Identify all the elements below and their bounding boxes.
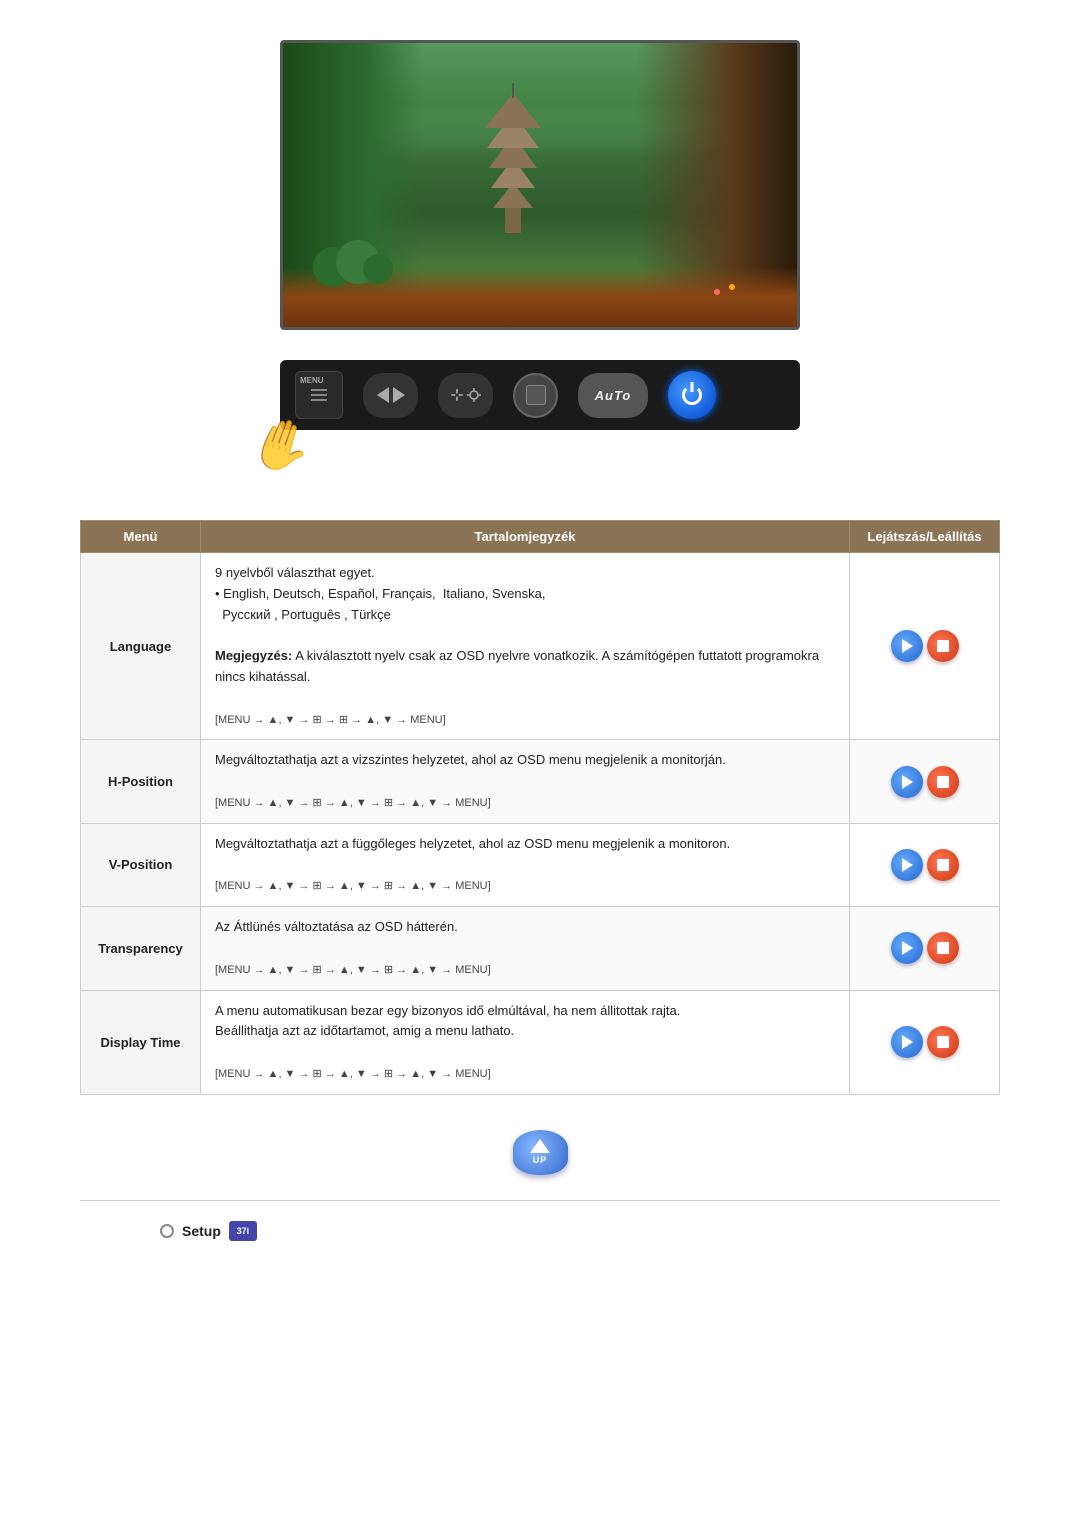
input-button[interactable] [513, 373, 558, 418]
col-content-header: Tartalomjegyzék [201, 521, 850, 553]
auto-label: AuTo [595, 388, 632, 403]
play-stop-vposition [850, 823, 1000, 906]
setup-icon-label: 37i [237, 1226, 250, 1236]
section-divider [80, 1200, 1000, 1201]
play-stop-displaytime [850, 990, 1000, 1094]
col-menu-header: Menü [81, 521, 201, 553]
monitor-display [280, 40, 800, 330]
brightness-icon: ⊹ [450, 385, 463, 405]
table-row: Transparency Az Áttlünés változtatása az… [81, 907, 1000, 990]
setup-text: Setup [182, 1223, 221, 1239]
power-button[interactable] [668, 371, 716, 419]
content-displaytime: A menu automatikusan bezar egy bizonyos … [201, 990, 850, 1094]
up-button[interactable]: UP [513, 1130, 568, 1175]
table-row: H-Position Megváltoztathatja azt a vizsz… [81, 740, 1000, 823]
stop-button[interactable] [927, 932, 959, 964]
arrow-left-icon [377, 387, 389, 403]
col-play-header: Lejátszás/Leállítás [850, 521, 1000, 553]
auto-button[interactable]: AuTo [578, 373, 648, 418]
arrow-buttons[interactable] [363, 373, 418, 418]
content-hposition: Megváltoztathatja azt a vizszintes helyz… [201, 740, 850, 823]
play-button[interactable] [891, 932, 923, 964]
brightness-down-icon [467, 388, 481, 402]
play-stop-hposition [850, 740, 1000, 823]
play-button[interactable] [891, 630, 923, 662]
content-language: 9 nyelvből választhat egyet. • English, … [201, 553, 850, 740]
content-table: Menü Tartalomjegyzék Lejátszás/Leállítás… [80, 520, 1000, 1095]
stop-button[interactable] [927, 1026, 959, 1058]
table-row: V-Position Megváltoztathatja azt a függő… [81, 823, 1000, 906]
play-button[interactable] [891, 849, 923, 881]
up-label: UP [533, 1155, 548, 1165]
table-row: Display Time A menu automatikusan bezar … [81, 990, 1000, 1094]
menu-label-vposition: V-Position [81, 823, 201, 906]
menu-button[interactable]: MENU [295, 371, 343, 419]
setup-footer: Setup 37i [80, 1211, 1000, 1241]
setup-icon-box: 37i [229, 1221, 257, 1241]
power-icon [682, 385, 702, 405]
menu-label-language: Language [81, 553, 201, 740]
menu-label-hposition: H-Position [81, 740, 201, 823]
stop-button[interactable] [927, 849, 959, 881]
control-panel: MENU ⊹ [280, 360, 800, 430]
brightness-button[interactable]: ⊹ [438, 373, 493, 418]
content-transparency: Az Áttlünés változtatása az OSD hátterén… [201, 907, 850, 990]
input-icon [526, 385, 546, 405]
play-button[interactable] [891, 766, 923, 798]
play-button[interactable] [891, 1026, 923, 1058]
up-arrow-icon [530, 1139, 550, 1153]
arrow-right-icon [393, 387, 405, 403]
stop-button[interactable] [927, 630, 959, 662]
play-stop-transparency [850, 907, 1000, 990]
setup-circle-icon [160, 1224, 174, 1238]
stop-button[interactable] [927, 766, 959, 798]
menu-label-transparency: Transparency [81, 907, 201, 990]
table-row: Language 9 nyelvből választhat egyet. • … [81, 553, 1000, 740]
play-stop-language [850, 553, 1000, 740]
menu-label-displaytime: Display Time [81, 990, 201, 1094]
content-vposition: Megváltoztathatja azt a függőleges helyz… [201, 823, 850, 906]
